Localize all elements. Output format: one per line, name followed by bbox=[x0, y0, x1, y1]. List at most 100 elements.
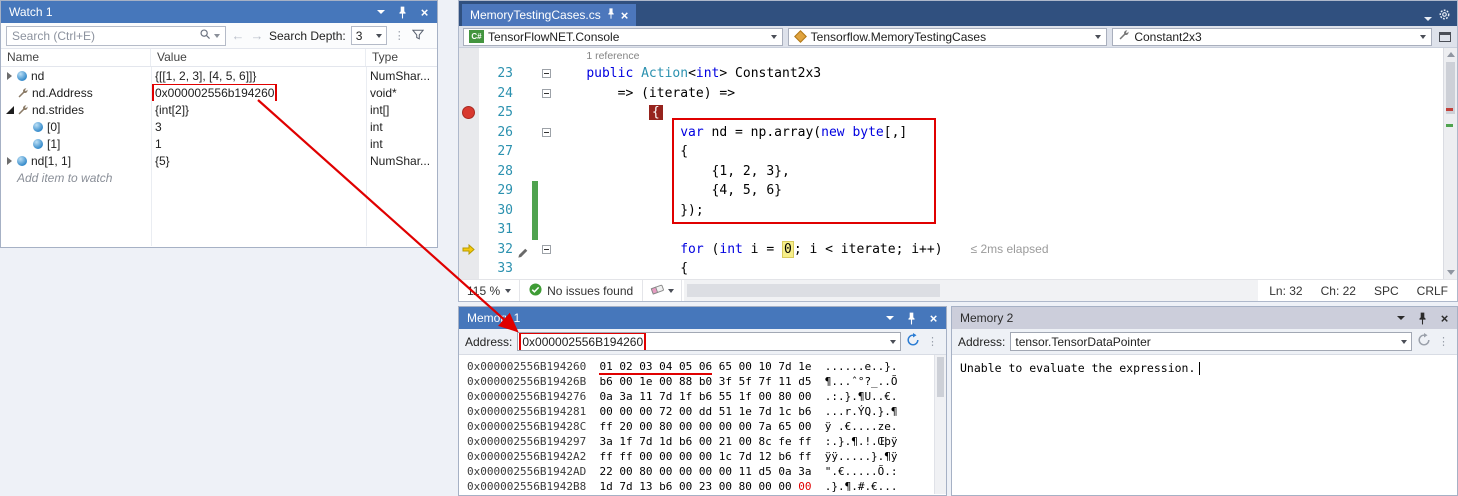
watch-search-input[interactable]: Search (Ctrl+E) bbox=[6, 26, 226, 46]
memory-byte[interactable]: 7d bbox=[758, 405, 771, 418]
memory-byte[interactable]: 00 bbox=[619, 375, 632, 388]
project-dropdown[interactable]: C# TensorFlowNET.Console bbox=[463, 28, 783, 46]
toolbar-overflow-icon[interactable]: ⋮ bbox=[925, 335, 940, 348]
memory-byte[interactable]: 7d bbox=[619, 480, 632, 493]
scroll-up-icon[interactable] bbox=[1447, 52, 1455, 57]
memory-byte[interactable]: 3a bbox=[599, 435, 612, 448]
memory-byte[interactable]: 01 bbox=[599, 360, 619, 375]
memory-byte[interactable]: 1e bbox=[639, 375, 652, 388]
memory-byte[interactable]: 1d bbox=[599, 480, 612, 493]
editor-gutter[interactable] bbox=[459, 240, 479, 260]
memory-byte[interactable]: 7f bbox=[758, 375, 771, 388]
editor-gutter[interactable] bbox=[459, 181, 479, 201]
close-icon[interactable]: × bbox=[926, 310, 941, 326]
outline-margin[interactable] bbox=[538, 84, 555, 104]
editor-gutter[interactable] bbox=[459, 84, 479, 104]
watch-row[interactable]: nd.strides{int[2]}int[] bbox=[1, 101, 437, 118]
memory-byte[interactable]: 11 bbox=[639, 390, 652, 403]
memory-byte[interactable]: 22 bbox=[599, 465, 612, 478]
memory-byte[interactable]: 00 bbox=[599, 405, 612, 418]
memory-byte[interactable]: b0 bbox=[699, 375, 712, 388]
memory-byte[interactable]: 02 bbox=[619, 360, 639, 375]
memory-byte[interactable]: 21 bbox=[719, 435, 732, 448]
scroll-down-icon[interactable] bbox=[1447, 270, 1455, 275]
editor-gutter[interactable] bbox=[459, 142, 479, 162]
memory-byte[interactable]: 00 bbox=[659, 375, 672, 388]
memory-byte[interactable]: 00 bbox=[798, 480, 811, 493]
memory-byte[interactable]: ff bbox=[619, 450, 632, 463]
memory-byte[interactable]: 00 bbox=[758, 390, 771, 403]
close-tab-icon[interactable]: × bbox=[621, 8, 629, 23]
memory-byte[interactable]: 80 bbox=[739, 480, 752, 493]
editor-gutter[interactable] bbox=[459, 259, 479, 279]
pin-icon[interactable] bbox=[904, 310, 919, 326]
close-icon[interactable]: × bbox=[417, 4, 432, 20]
watch-row[interactable]: [0]3int bbox=[1, 118, 437, 135]
expander-icon[interactable] bbox=[5, 71, 15, 81]
memory-byte[interactable]: 88 bbox=[679, 375, 692, 388]
zoom-select[interactable]: 115 % bbox=[459, 280, 520, 301]
memory-byte[interactable]: 00 bbox=[739, 420, 752, 433]
memory1-scrollbar[interactable] bbox=[934, 355, 946, 494]
type-dropdown[interactable]: Tensorflow.MemoryTestingCases bbox=[788, 28, 1108, 46]
search-options-chevron-icon[interactable] bbox=[214, 34, 220, 38]
watch-row[interactable]: [1]1int bbox=[1, 135, 437, 152]
expander-icon[interactable] bbox=[5, 105, 15, 115]
outline-margin[interactable] bbox=[538, 123, 555, 143]
memory-byte[interactable]: 72 bbox=[659, 405, 672, 418]
memory-byte[interactable]: ff bbox=[798, 435, 811, 448]
space-mode-indicator[interactable]: SPC bbox=[1365, 284, 1408, 298]
memory-byte[interactable]: 00 bbox=[619, 465, 632, 478]
memory-byte[interactable]: 00 bbox=[758, 480, 771, 493]
memory-byte[interactable]: 51 bbox=[719, 405, 732, 418]
memory-byte[interactable]: 00 bbox=[679, 465, 692, 478]
memory-byte[interactable]: 5f bbox=[739, 375, 752, 388]
memory-byte[interactable]: b6 bbox=[659, 480, 672, 493]
memory-byte[interactable]: 00 bbox=[719, 480, 732, 493]
memory-byte[interactable]: 03 bbox=[639, 360, 659, 375]
memory-byte[interactable]: 1e bbox=[739, 405, 752, 418]
line-ending-indicator[interactable]: CRLF bbox=[1408, 284, 1457, 298]
memory2-titlebar[interactable]: Memory 2 × bbox=[952, 307, 1457, 329]
memory-byte[interactable]: 3a bbox=[619, 390, 632, 403]
memory-byte[interactable]: 7a bbox=[758, 420, 771, 433]
editor-vertical-scrollbar[interactable] bbox=[1443, 48, 1457, 279]
member-dropdown[interactable]: Constant2x3 bbox=[1112, 28, 1432, 46]
memory-byte[interactable]: 00 bbox=[679, 480, 692, 493]
memory-byte[interactable]: 00 bbox=[699, 450, 712, 463]
collapse-box-icon[interactable] bbox=[542, 245, 551, 254]
watch-row[interactable]: nd[1, 1]{5}NumShar... bbox=[1, 152, 437, 169]
codelens-references[interactable]: 1 reference bbox=[586, 50, 639, 62]
memory-byte[interactable]: 00 bbox=[699, 465, 712, 478]
memory-byte[interactable]: 20 bbox=[619, 420, 632, 433]
memory-byte[interactable]: 80 bbox=[659, 420, 672, 433]
toolbar-overflow-icon[interactable]: ⋮ bbox=[1436, 335, 1451, 348]
tab-memorytestingcases[interactable]: MemoryTestingCases.cs × bbox=[462, 4, 636, 26]
window-position-icon[interactable] bbox=[882, 310, 897, 326]
memory-byte[interactable]: 00 bbox=[719, 465, 732, 478]
watch-titlebar[interactable]: Watch 1 × bbox=[1, 1, 437, 23]
watch-value-cell[interactable]: 3 bbox=[151, 118, 366, 135]
editor-gutter[interactable] bbox=[459, 64, 479, 84]
formatting-button[interactable] bbox=[642, 280, 682, 301]
memory-byte[interactable]: 00 bbox=[659, 465, 672, 478]
memory-byte[interactable]: 00 bbox=[639, 450, 652, 463]
tab-list-chevron-icon[interactable] bbox=[1424, 17, 1432, 21]
watch-value-cell[interactable]: {[[1, 2, 3], [4, 5, 6]]} bbox=[151, 67, 366, 84]
refresh-icon[interactable] bbox=[906, 333, 920, 350]
memory-byte[interactable]: d5 bbox=[798, 375, 811, 388]
memory-byte[interactable]: 7d bbox=[659, 390, 672, 403]
settings-gear-icon[interactable] bbox=[1438, 8, 1451, 21]
memory-byte[interactable]: 00 bbox=[619, 405, 632, 418]
outline-margin[interactable] bbox=[538, 240, 555, 260]
scrollbar-thumb[interactable] bbox=[937, 357, 944, 397]
pinned-tab-icon[interactable] bbox=[607, 8, 615, 22]
memory-byte[interactable]: b6 bbox=[798, 405, 811, 418]
memory-byte[interactable]: 06 bbox=[699, 360, 712, 375]
memory1-hex-view[interactable]: 0x000002556B194260 01 02 03 04 05 06 65 … bbox=[459, 355, 933, 494]
collapse-box-icon[interactable] bbox=[542, 69, 551, 78]
memory-byte[interactable]: 00 bbox=[798, 390, 811, 403]
memory1-titlebar[interactable]: Memory 1 × bbox=[459, 307, 946, 329]
watch-value-cell[interactable]: {5} bbox=[151, 152, 366, 169]
memory-byte[interactable]: b6 bbox=[699, 390, 712, 403]
